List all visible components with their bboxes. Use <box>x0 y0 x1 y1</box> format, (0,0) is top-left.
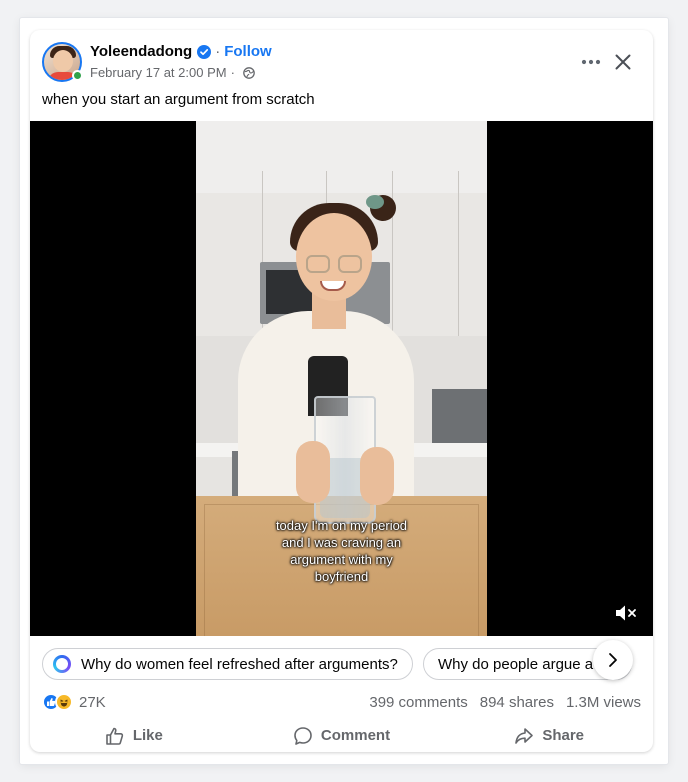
suggestion-label: Why do women feel refreshed after argume… <box>81 655 398 673</box>
glasses-lens-left <box>306 255 330 273</box>
close-icon <box>615 54 631 70</box>
share-label: Share <box>542 727 585 744</box>
comment-label: Comment <box>320 727 391 744</box>
toaster-oven <box>432 389 487 445</box>
follow-button[interactable]: Follow <box>224 43 272 60</box>
comment-count[interactable]: 399 comments <box>369 694 467 711</box>
post-caption: when you start an argument from scratch <box>42 91 315 108</box>
suggestion-label: Why do people argue a old <box>438 655 618 673</box>
speaker-muted-icon <box>616 605 636 621</box>
video-subtitle: today I'm on my period and I was craving… <box>275 518 408 584</box>
stats-right: 399 comments 894 shares 1.3M views <box>369 694 641 711</box>
share-arrow-icon <box>515 727 534 744</box>
mute-toggle-button[interactable] <box>613 602 639 624</box>
like-button[interactable]: Like <box>30 719 238 752</box>
meta-ai-icon <box>53 655 71 673</box>
post-meta: February 17 at 2:00 PM · <box>90 65 255 80</box>
verified-badge-icon <box>197 44 212 59</box>
name-separator: · <box>215 43 221 60</box>
person-hand-left <box>296 441 330 503</box>
glasses-lens-right <box>338 255 362 273</box>
more-options-button[interactable] <box>577 48 605 76</box>
like-label: Like <box>132 727 163 744</box>
suggested-questions: Why do women feel refreshed after argume… <box>30 636 653 686</box>
reaction-count: 27K <box>79 693 106 711</box>
person-hand-right <box>360 447 394 505</box>
post-timestamp[interactable]: February 17 at 2:00 PM <box>90 65 227 80</box>
view-count: 1.3M views <box>565 693 641 711</box>
reactions-summary[interactable]: 27K <box>42 693 106 711</box>
video-frame: today I'm on my period and I was craving… <box>196 121 487 636</box>
post-card: Yoleendadong · Follow February 17 at 2:0… <box>30 30 653 752</box>
avatar-face <box>53 50 73 72</box>
ellipsis-icon <box>581 59 601 65</box>
cabinet-seam <box>458 171 459 336</box>
meta-separator: · <box>230 65 235 80</box>
online-status-indicator <box>72 70 83 81</box>
cabinet-seam <box>392 171 393 336</box>
comment-button[interactable]: Comment <box>238 719 446 752</box>
kitchen-ceiling <box>196 121 487 193</box>
chevron-right-icon <box>609 653 617 667</box>
video-player[interactable]: today I'm on my period and I was craving… <box>30 121 653 636</box>
author-row: Yoleendadong · Follow <box>90 43 272 60</box>
person-scrunchie <box>366 195 384 209</box>
thumbs-up-icon <box>106 727 124 745</box>
suggestion-chip[interactable]: Why do women feel refreshed after argume… <box>42 648 413 680</box>
share-count[interactable]: 894 shares <box>480 694 554 711</box>
haha-reaction-icon <box>55 693 73 711</box>
action-bar: Like Comment Share <box>30 718 653 752</box>
comment-bubble-icon <box>294 726 312 745</box>
engagement-stats: 27K 399 comments 894 shares 1.3M views <box>42 690 641 714</box>
close-button[interactable] <box>607 46 639 78</box>
share-button[interactable]: Share <box>445 719 653 752</box>
globe-icon <box>243 66 255 79</box>
author-name[interactable]: Yoleendadong <box>90 43 192 60</box>
post-header: Yoleendadong · Follow February 17 at 2:0… <box>30 30 653 94</box>
suggestions-next-button[interactable] <box>593 640 633 680</box>
